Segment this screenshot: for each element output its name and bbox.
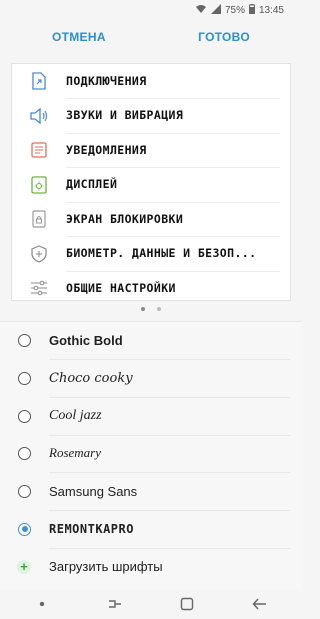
preview-item-label: УВЕДОМЛЕНИЯ	[66, 133, 280, 168]
nav-dot-button[interactable]	[27, 594, 57, 614]
cancel-button[interactable]: ОТМЕНА	[52, 30, 106, 44]
preview-item-label: ОБЩИЕ НАСТРОЙКИ	[66, 281, 176, 296]
recent-apps-icon	[108, 600, 121, 608]
wifi-icon	[195, 4, 207, 17]
preview-item-sounds: ЗВУКИ И ВИБРАЦИЯ	[12, 99, 290, 134]
font-option-label: REMONTKAPRO	[49, 510, 290, 549]
font-option-label: Gothic Bold	[49, 322, 290, 361]
sliders-icon	[28, 277, 50, 299]
shield-icon	[28, 243, 50, 265]
home-button[interactable]	[172, 594, 202, 614]
navigation-bar	[0, 589, 302, 619]
status-bar: 75% 13:45	[0, 0, 302, 20]
sound-icon	[28, 105, 50, 127]
preview-item-general: ОБЩИЕ НАСТРОЙКИ	[12, 271, 290, 306]
back-button[interactable]	[245, 594, 275, 614]
dot-icon	[40, 601, 45, 607]
radio-button[interactable]	[18, 409, 31, 423]
font-option-cool-jazz[interactable]: Cool jazz	[0, 397, 302, 436]
radio-button[interactable]	[18, 334, 31, 348]
display-icon	[28, 174, 50, 196]
page-dot[interactable]	[157, 307, 161, 311]
font-option-gothic-bold[interactable]: Gothic Bold	[0, 322, 302, 361]
radio-button[interactable]	[18, 372, 31, 386]
font-option-label: Cool jazz	[49, 397, 290, 436]
battery-percent: 75%	[224, 4, 245, 16]
font-option-label: Choco cooky	[49, 359, 290, 398]
plus-icon: +	[17, 559, 31, 574]
done-button[interactable]: ГОТОВО	[198, 30, 250, 44]
font-preview-card: ПОДКЛЮЧЕНИЯ ЗВУКИ И ВИБРАЦИЯ УВЕДОМЛЕНИЯ…	[11, 63, 291, 301]
notifications-icon	[28, 139, 50, 161]
page-indicator	[0, 307, 302, 313]
preview-item-label: ДИСПЛЕЙ	[66, 167, 280, 203]
clock: 13:45	[258, 4, 284, 16]
font-option-label: Rosemary	[49, 435, 290, 474]
back-arrow-icon	[252, 598, 266, 610]
recent-apps-button[interactable]	[100, 594, 130, 614]
download-fonts-label: Загрузить шрифты	[49, 559, 163, 575]
font-option-rosemary[interactable]: Rosemary	[0, 435, 302, 474]
action-bar: ОТМЕНА ГОТОВО	[0, 20, 302, 54]
radio-button[interactable]	[18, 447, 31, 461]
preview-item-connections: ПОДКЛЮЧЕНИЯ	[12, 64, 290, 99]
signal-icon	[210, 3, 221, 17]
preview-item-lock-screen: ЭКРАН БЛОКИРОВКИ	[12, 202, 290, 237]
font-list: Gothic Bold Choco cooky Cool jazz Rosema…	[0, 321, 302, 590]
page-dot-active[interactable]	[141, 307, 145, 311]
font-option-samsung-sans[interactable]: Samsung Sans	[0, 473, 302, 511]
radio-button-selected[interactable]	[18, 522, 31, 536]
download-fonts-row[interactable]: + Загрузить шрифты	[0, 548, 302, 586]
connections-icon	[28, 70, 50, 92]
battery-icon	[248, 3, 255, 17]
font-option-label: Samsung Sans	[49, 472, 290, 511]
preview-item-notifications: УВЕДОМЛЕНИЯ	[12, 133, 290, 168]
preview-item-label: ЭКРАН БЛОКИРОВКИ	[66, 202, 280, 237]
radio-button[interactable]	[18, 485, 31, 499]
home-icon	[181, 597, 194, 611]
preview-item-label: БИОМЕТР. ДАННЫЕ И БЕЗОП...	[66, 236, 280, 272]
preview-item-display: ДИСПЛЕЙ	[12, 168, 290, 203]
lock-screen-icon	[28, 208, 50, 230]
preview-item-label: ПОДКЛЮЧЕНИЯ	[66, 64, 280, 99]
radio-dot	[21, 526, 28, 533]
font-option-choco-cooky[interactable]: Choco cooky	[0, 360, 302, 398]
preview-item-biometrics: БИОМЕТР. ДАННЫЕ И БЕЗОП...	[12, 237, 290, 272]
font-option-remontkapro[interactable]: REMONTKAPRO	[0, 510, 302, 549]
preview-item-label: ЗВУКИ И ВИБРАЦИЯ	[66, 98, 280, 134]
